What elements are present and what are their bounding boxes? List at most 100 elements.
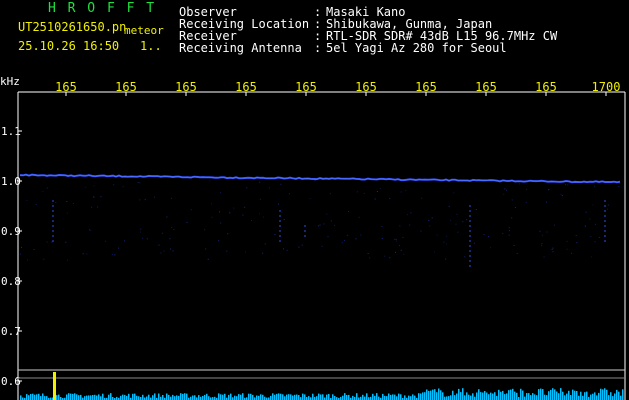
noise-dot bbox=[607, 208, 608, 210]
x-tick-label: 165 bbox=[55, 80, 77, 94]
noise-dot bbox=[591, 256, 593, 258]
spectrum-bar bbox=[92, 395, 94, 400]
spectrum-bar bbox=[30, 394, 32, 400]
spectrum-bar bbox=[460, 392, 462, 400]
spectrum-bar bbox=[168, 394, 170, 400]
noise-dot bbox=[511, 217, 513, 219]
spectrum-bar bbox=[614, 393, 616, 400]
spectrum-bar bbox=[282, 394, 284, 400]
noise-dot bbox=[576, 242, 578, 244]
x-tick-labels: 165 165 165 165 165 165 165 165 165 1700 bbox=[55, 80, 620, 96]
spectrum-bar bbox=[204, 394, 206, 400]
noise-dot bbox=[376, 191, 378, 192]
spectrum-bar bbox=[528, 393, 530, 400]
noise-dot bbox=[259, 181, 261, 183]
spectrum-bar bbox=[84, 396, 86, 400]
spectrum-bar bbox=[58, 394, 60, 400]
noise-dot bbox=[33, 249, 35, 250]
spectrum-bar bbox=[166, 393, 168, 400]
noise-dot bbox=[298, 246, 300, 248]
spectrum-bar bbox=[96, 395, 98, 400]
spectrum-bar bbox=[536, 395, 538, 400]
noise-dot bbox=[21, 246, 22, 248]
meteor-traces bbox=[52, 200, 606, 270]
spectrum-bar bbox=[274, 394, 276, 400]
noise-dot bbox=[170, 248, 171, 250]
noise-dot bbox=[140, 231, 142, 233]
spectrum-bar bbox=[288, 394, 290, 400]
antenna-label: Receiving Antenna bbox=[179, 41, 302, 55]
spectrum-bar bbox=[542, 389, 544, 400]
spectrum-bar bbox=[548, 391, 550, 400]
spectrum-bar bbox=[302, 393, 304, 400]
noise-dot bbox=[446, 235, 448, 237]
x-tick-label: 165 bbox=[415, 80, 437, 94]
noise-dot bbox=[281, 211, 283, 213]
spectrum-bar bbox=[318, 393, 320, 400]
spectrum-bar bbox=[72, 393, 74, 400]
noise-dot bbox=[355, 238, 357, 240]
y-tick-label: 0.9 bbox=[1, 225, 21, 238]
noise-dot bbox=[301, 244, 303, 246]
spectrum-bar bbox=[418, 393, 420, 400]
spectrum-bar bbox=[480, 392, 482, 400]
spectrum-bar bbox=[224, 393, 226, 400]
spectrum-bar bbox=[262, 394, 264, 400]
noise-dot bbox=[323, 223, 325, 225]
spectrum-bar bbox=[280, 393, 282, 400]
spectrum-bar bbox=[222, 394, 224, 400]
spectrum-bar bbox=[158, 393, 160, 400]
spectrum-bar bbox=[434, 389, 436, 400]
spectrum-bar bbox=[472, 393, 474, 400]
spectrogram-plot: kHz 165 165 165 165 165 165 165 165 165 1700 1.1 1… bbox=[0, 70, 629, 400]
spectrum-bar bbox=[494, 392, 496, 400]
noise-dot bbox=[277, 203, 279, 205]
spectrum-bar bbox=[294, 394, 296, 400]
spectrum-bar bbox=[376, 393, 378, 400]
spectrum-bar bbox=[44, 396, 46, 400]
noise-dot bbox=[519, 183, 520, 185]
noise-dot bbox=[100, 196, 102, 198]
spectrum-bar bbox=[316, 396, 318, 400]
spectrum-bar bbox=[70, 393, 72, 400]
noise-dot bbox=[65, 241, 67, 243]
noise-dot bbox=[46, 187, 48, 189]
spectrum-bar bbox=[236, 396, 238, 400]
noise-dot bbox=[552, 247, 554, 249]
noise-dot bbox=[594, 241, 596, 243]
noise-dot bbox=[220, 192, 221, 194]
noise-dot bbox=[369, 257, 371, 259]
x-tick-label: 165 bbox=[475, 80, 497, 94]
noise-dot bbox=[443, 241, 445, 243]
spectrum-bar bbox=[524, 396, 526, 400]
spectrum-bar bbox=[582, 395, 584, 400]
y-tick-label: 0.6 bbox=[1, 375, 21, 388]
spectrum-bar bbox=[152, 395, 154, 400]
spectrum-bar bbox=[566, 393, 568, 400]
spectrum-bar bbox=[488, 394, 490, 400]
spectrum-bar bbox=[74, 393, 76, 400]
noise-dot bbox=[20, 253, 21, 255]
noise-dot bbox=[434, 251, 436, 253]
spectrum-bar bbox=[470, 395, 472, 400]
spectrum-bar bbox=[556, 391, 558, 400]
spectrum-bar bbox=[384, 395, 386, 400]
spectrum-bar bbox=[202, 396, 204, 400]
noise-dot bbox=[541, 245, 542, 247]
noise-dot bbox=[618, 183, 620, 184]
noise-dot bbox=[251, 220, 252, 221]
spectrum-bar bbox=[580, 391, 582, 400]
spectrum-bar bbox=[374, 395, 376, 400]
noise-dot bbox=[514, 207, 516, 208]
spectrum-bar bbox=[506, 393, 508, 400]
noise-dot bbox=[405, 190, 407, 191]
noise-dot bbox=[330, 220, 332, 222]
noise-dot bbox=[488, 236, 489, 238]
spectrum-bar bbox=[366, 393, 368, 400]
noise-dot bbox=[140, 228, 142, 230]
spectrum-bar bbox=[442, 392, 444, 400]
spectrum-bar bbox=[90, 395, 92, 400]
filename-label: UT2510261650.pn bbox=[18, 20, 127, 34]
noise-dot bbox=[42, 190, 44, 192]
spectrum-bar bbox=[452, 390, 454, 400]
